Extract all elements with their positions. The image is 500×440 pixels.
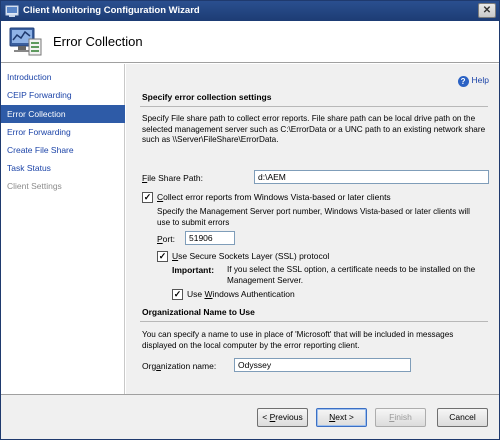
window-title: Client Monitoring Configuration Wizard xyxy=(23,5,200,16)
file-share-path-input[interactable]: d:\AEM xyxy=(254,170,489,184)
file-share-path-label: File Share Path: xyxy=(142,173,203,183)
port-description: Specify the Management Server port numbe… xyxy=(157,207,470,227)
org-name-heading: Organizational Name to Use xyxy=(142,307,255,317)
monitoring-wizard-icon xyxy=(9,27,42,56)
wizard-footer: < Previous Next > Finish Cancel xyxy=(1,394,499,439)
page-title: Error Collection xyxy=(53,34,143,49)
use-ssl-checkbox[interactable]: ✓ xyxy=(157,251,168,262)
previous-button[interactable]: < Previous xyxy=(257,408,308,427)
help-label[interactable]: Help xyxy=(472,75,489,85)
wizard-steps-sidebar: Introduction CEIP Forwarding Error Colle… xyxy=(1,64,125,394)
use-ssl-label[interactable]: Use Secure Sockets Layer (SSL) protocol xyxy=(172,251,329,261)
wizard-window: Client Monitoring Configuration Wizard ✕… xyxy=(0,0,500,440)
collect-error-reports-label[interactable]: Collect error reports from Windows Vista… xyxy=(157,192,391,202)
wizard-app-icon xyxy=(5,5,19,17)
help-link[interactable]: ? Help xyxy=(457,75,489,87)
org-name-description: You can specify a name to use in place o… xyxy=(142,330,454,350)
section-divider xyxy=(140,106,488,107)
next-button[interactable]: Next > xyxy=(316,408,367,427)
nav-item-error-collection[interactable]: Error Collection xyxy=(1,105,125,123)
close-icon[interactable]: ✕ xyxy=(478,3,496,18)
cancel-button[interactable]: Cancel xyxy=(437,408,488,427)
error-settings-heading: Specify error collection settings xyxy=(142,92,272,102)
nav-item-introduction[interactable]: Introduction xyxy=(1,68,125,86)
nav-item-create-file-share[interactable]: Create File Share xyxy=(1,141,125,159)
finish-button: Finish xyxy=(375,408,426,427)
nav-item-task-status[interactable]: Task Status xyxy=(1,159,125,177)
section-divider xyxy=(140,321,488,322)
collect-error-reports-checkbox[interactable]: ✓ xyxy=(142,192,153,203)
wizard-content-pane: ? Help Specify error collection settings … xyxy=(126,64,499,394)
org-name-input[interactable]: Odyssey xyxy=(234,358,411,372)
help-icon[interactable]: ? xyxy=(457,76,469,87)
error-settings-description: Specify File share path to collect error… xyxy=(142,114,486,144)
org-name-label: Organization name: xyxy=(142,361,217,371)
windows-authentication-checkbox[interactable]: ✓ xyxy=(172,289,183,300)
windows-authentication-label[interactable]: Use Windows Authentication xyxy=(187,289,295,299)
port-label: Port: xyxy=(157,234,175,244)
port-input[interactable]: 51906 xyxy=(185,231,235,245)
nav-item-error-forwarding[interactable]: Error Forwarding xyxy=(1,123,125,141)
important-label: Important: xyxy=(172,265,215,275)
nav-item-client-settings: Client Settings xyxy=(7,181,62,191)
important-text: If you select the SSL option, a certific… xyxy=(227,265,476,285)
title-bar[interactable]: Client Monitoring Configuration Wizard ✕ xyxy=(1,1,499,21)
nav-item-ceip-forwarding[interactable]: CEIP Forwarding xyxy=(1,86,125,104)
wizard-header: Error Collection xyxy=(1,21,499,63)
